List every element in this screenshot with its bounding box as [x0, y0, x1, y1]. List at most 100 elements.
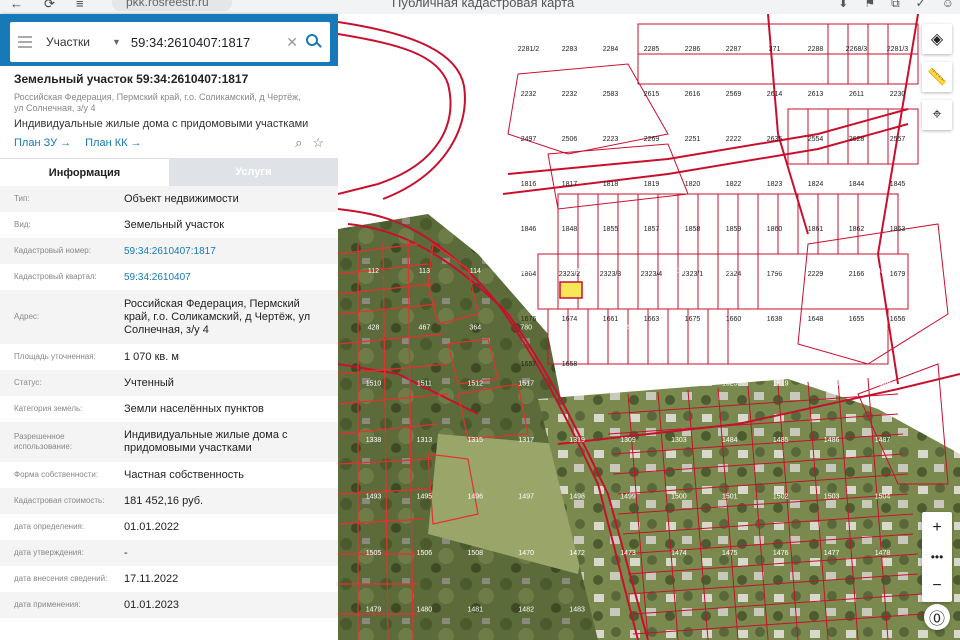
parcel-label: 1512 [468, 381, 484, 388]
attribute-label: Адрес: [14, 312, 40, 321]
hamburger-icon[interactable] [18, 33, 32, 51]
parcel-label: 656 [775, 268, 787, 275]
attribute-label: Кадастровая стоимость: [14, 496, 105, 505]
bookmark-icon[interactable]: ⚑ [864, 0, 875, 11]
parcel-label: 1521 [620, 381, 636, 388]
parcel-label: 1502 [773, 494, 789, 501]
search-bar: Участки ▼ 59:34:2610407:1817 ✕ [0, 14, 338, 66]
tab-info[interactable]: Информация [0, 158, 169, 186]
zoom-to-object-icon[interactable]: ⌕ [295, 135, 302, 151]
attribute-value: 181 452,16 руб. [124, 494, 204, 507]
attribute-label: дата утверждения: [14, 548, 84, 557]
parcel-label: 1857 [644, 226, 660, 233]
parcel-label: 1506 [417, 550, 433, 557]
parcel-label: 2323/3 [600, 271, 622, 278]
tab-services[interactable]: Услуги [169, 158, 338, 186]
back-icon[interactable]: ← [10, 0, 23, 11]
parcel-label: 1863 [890, 226, 906, 233]
share-icon[interactable]: ⧉ [891, 0, 900, 11]
zoom-out-icon[interactable]: − [932, 577, 941, 595]
parcel-label: 2222 [726, 136, 742, 143]
attribute-row: Кадастровая стоимость: 181 452,16 руб. [0, 488, 338, 514]
parcel-label: 1660 [726, 316, 742, 323]
plan-kk-link[interactable]: План КК → [85, 137, 141, 149]
attribute-label: Кадастровый квартал: [14, 272, 97, 281]
parcel-label: 2615 [644, 91, 660, 98]
measure-button[interactable]: 📏 [922, 62, 952, 92]
target-icon: ⌖ [932, 106, 942, 123]
info-panel: Участки ▼ 59:34:2610407:1817 ✕ Земельный… [0, 14, 338, 640]
parcel-label: 2229 [808, 271, 824, 278]
parcel-label: 1819 [644, 181, 660, 188]
account-icon[interactable]: ☺ [942, 0, 954, 11]
browser-toolbar: ← ⟳ ≡ pkk.rosreestr.ru Публичная кадастр… [0, 0, 960, 14]
parcel-label: 1510 [366, 381, 382, 388]
object-use: Индивидуальные жилые дома с придомовыми … [14, 118, 309, 130]
clear-icon[interactable]: ✕ [286, 34, 298, 51]
parcel-label: 1338 [366, 437, 382, 444]
parcel-label: 1476 [773, 550, 789, 557]
attribute-value: Объект недвижимости [124, 192, 239, 205]
parcel-label: 1493 [366, 494, 382, 501]
parcel-label: 1823 [767, 181, 783, 188]
downloads-icon[interactable]: ⬇ [838, 0, 848, 11]
parcel-label: 1861 [808, 226, 824, 233]
parcel-label: 1824 [808, 181, 824, 188]
parcel-label: 1473 [620, 550, 636, 557]
parcel-label: 2288 [808, 46, 824, 53]
locate-button[interactable]: ⌖ [922, 100, 952, 130]
extension-icon[interactable]: ✓ [916, 0, 926, 11]
search-mode-select[interactable]: Участки [46, 35, 112, 49]
parcel-label: 1340 [824, 381, 840, 388]
attribute-value: Индивидуальные жилые дома с придомовыми … [124, 429, 288, 454]
parcel-label: 364 [469, 324, 481, 331]
parcel-label: 1317 [518, 437, 534, 444]
search-input[interactable]: 59:34:2610407:1817 [131, 35, 286, 50]
attribute-value: Частная собственность [124, 468, 245, 481]
forward-icon[interactable]: ⟳ [44, 0, 55, 12]
parcel-label: 2497 [521, 136, 537, 143]
parcel-label: 1498 [569, 494, 585, 501]
plan-zu-link[interactable]: План ЗУ → [14, 137, 71, 149]
more-icon[interactable]: ••• [931, 550, 944, 564]
parcel-label: 2506 [562, 136, 578, 143]
parcel-label: 100 [520, 268, 532, 275]
cadastral-map[interactable]: 2281/2 2283 2284 2285 2286 2287 371 2288 2268/3 2… [338, 14, 960, 640]
ruler-icon: 📏 [927, 69, 947, 86]
attribute-link[interactable]: 59:34:2610407:1817 [124, 245, 324, 258]
object-header: Земельный участок 59:34:2610407:1817 Рос… [0, 66, 338, 151]
parcel-label: 1496 [468, 494, 484, 501]
attribute-row: дата утверждения: - [0, 540, 338, 566]
parcel-label: 1339 [875, 381, 891, 388]
zoom-in-icon[interactable]: + [932, 519, 941, 537]
search-icon[interactable] [306, 34, 322, 50]
parcel-label: 451 [571, 324, 583, 331]
menu-icon[interactable]: ≡ [76, 0, 84, 11]
attributes-table: Тип: Объект недвижимости Вид: Земельный уча… [0, 186, 338, 618]
parcel-label: 2269 [644, 136, 660, 143]
parcel-label: 428 [368, 324, 380, 331]
parcel-label: 2251 [685, 136, 701, 143]
parcel-label: 1858 [685, 226, 701, 233]
parcel-label: 1522 [671, 381, 687, 388]
favorite-star-icon[interactable]: ☆ [312, 135, 324, 151]
parcel-label: 2223 [603, 136, 619, 143]
compass-button[interactable]: ⓪ [924, 604, 950, 630]
attribute-value: 01.01.2023 [124, 598, 180, 611]
attribute-link[interactable]: 59:34:2610407 [124, 271, 324, 284]
attribute-row: Вид: Земельный участок [0, 212, 338, 238]
parcel-label: 1482 [518, 606, 534, 613]
map-canvas[interactable]: 2281/2 2283 2284 2285 2286 2287 371 2288 2268/3 2… [338, 14, 960, 640]
layers-button[interactable]: ◈ [922, 24, 952, 54]
attribute-label: Категория земель: [14, 404, 83, 413]
parcel-label: 1845 [890, 181, 906, 188]
selected-parcel-1817[interactable] [559, 281, 583, 299]
chevron-down-icon[interactable]: ▼ [112, 37, 121, 47]
parcel-label: 1520 [569, 381, 585, 388]
parcel-label: 336 [775, 324, 787, 331]
parcel-label: 1475 [722, 550, 738, 557]
address-bar[interactable]: pkk.rosreestr.ru [112, 0, 232, 11]
parcel-label: 1479 [366, 606, 382, 613]
parcel-label: 1519 [773, 381, 789, 388]
parcel-label: 1470 [518, 550, 534, 557]
